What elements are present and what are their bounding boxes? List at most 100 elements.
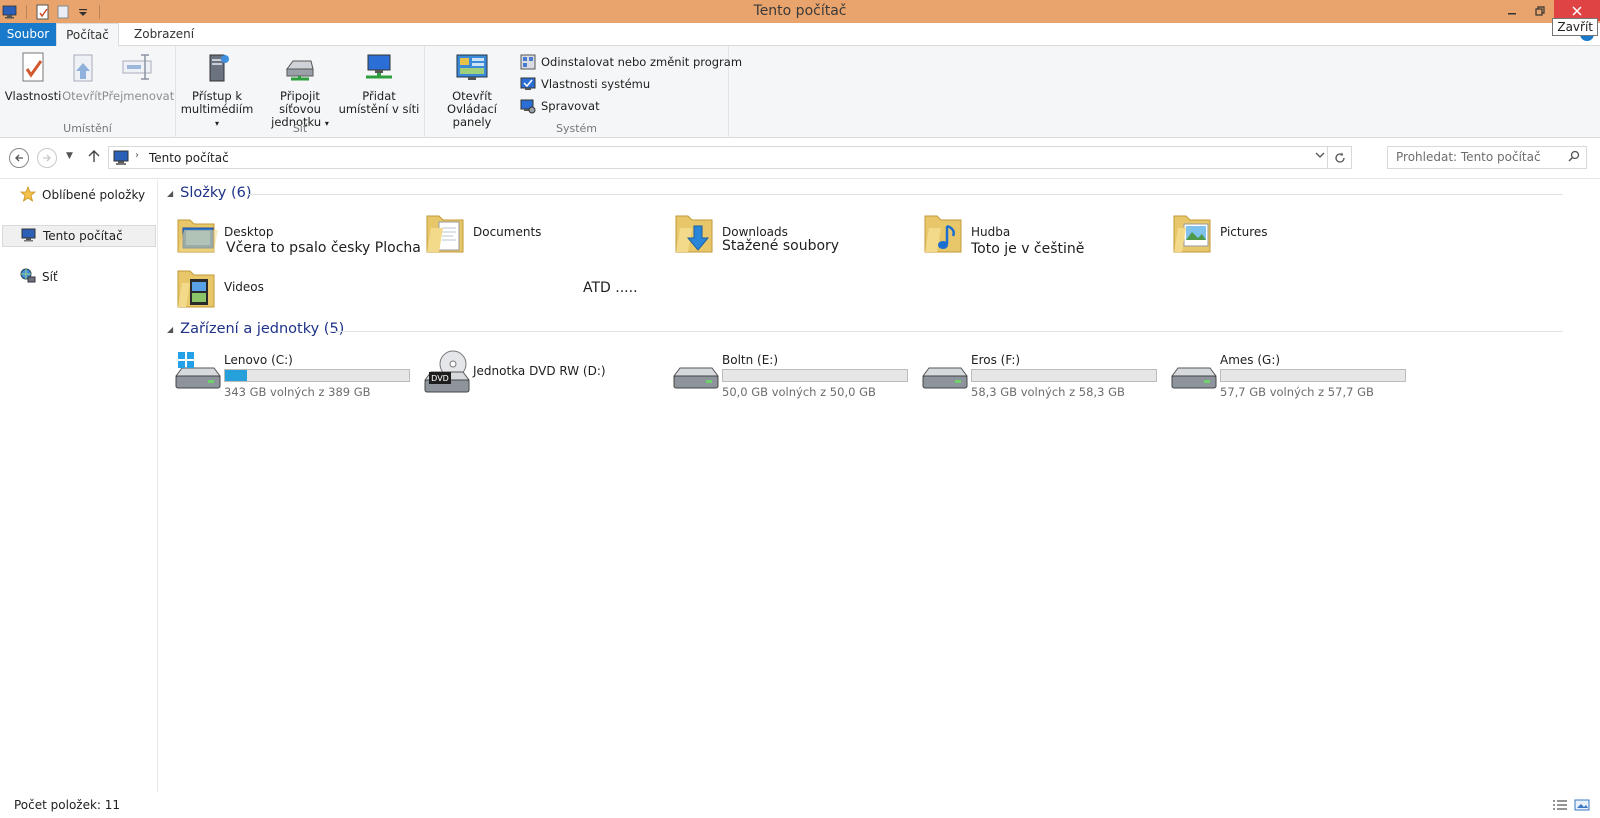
search-input[interactable]: Prohledat: Tento počítač <box>1387 146 1587 169</box>
map-drive-label-1: Připojit síťovou <box>279 89 321 116</box>
item-count: Počet položek: 11 <box>14 798 121 812</box>
group-label-location: Umístění <box>63 122 112 135</box>
open-icon <box>64 50 100 86</box>
removable-drive-icon <box>672 348 720 396</box>
drive-usage-fill <box>225 370 247 381</box>
manage-button[interactable]: Spravovat <box>520 98 600 114</box>
uninstall-label: Odinstalovat nebo změnit program <box>541 55 743 69</box>
system-properties-button[interactable]: Vlastnosti systému <box>520 76 650 92</box>
up-arrow-icon[interactable] <box>88 149 100 166</box>
folder-name: Hudba <box>971 225 1011 239</box>
drive-name: Jednotka DVD RW (D:) <box>473 364 606 378</box>
programs-icon <box>520 54 536 70</box>
section-title: Složky (6) <box>180 185 252 201</box>
breadcrumb-chevron-icon[interactable]: › <box>135 150 139 161</box>
folder-name: Desktop <box>224 225 274 239</box>
folder-name: Documents <box>473 225 542 239</box>
uninstall-program-button[interactable]: Odinstalovat nebo změnit program <box>520 54 742 70</box>
tab-computer[interactable]: Počítač <box>56 23 119 47</box>
group-label-network: Síť <box>292 122 308 135</box>
back-button[interactable] <box>9 148 29 168</box>
add-network-location-button[interactable]: Přidat umístění v síti <box>336 50 422 116</box>
section-header-drives[interactable]: ◢ Zařízení a jednotky (5) <box>167 321 344 337</box>
rename-label: Přejmenovat <box>101 89 175 103</box>
view-switcher <box>1552 798 1590 812</box>
documents-folder-icon <box>423 210 471 258</box>
folder-tile-music[interactable]: Hudba Toto je v češtině <box>921 210 1166 264</box>
open-label: Otevřít <box>62 89 102 103</box>
drive-free-space: 343 GB volných z 389 GB <box>224 385 371 399</box>
open-button[interactable]: Otevřít <box>62 50 102 103</box>
media-server-icon <box>199 50 235 86</box>
folder-tile-documents[interactable]: Documents <box>423 210 668 264</box>
restore-button[interactable] <box>1526 0 1554 21</box>
videos-folder-icon <box>174 265 222 313</box>
drive-free-space: 58,3 GB volných z 58,3 GB <box>971 385 1125 399</box>
annotation-text: ATD ..... <box>583 280 638 296</box>
address-dropdown-icon[interactable] <box>1315 150 1325 163</box>
control-panel-button[interactable]: Otevřít Ovládací panely <box>429 50 515 129</box>
folder-tile-desktop[interactable]: Desktop Včera to psalo česky Plocha <box>174 210 421 264</box>
system-drive-icon <box>174 348 222 396</box>
forward-button[interactable] <box>37 148 57 168</box>
computer-icon <box>21 227 37 246</box>
recent-locations-chevron-icon[interactable]: ▼ <box>66 151 73 161</box>
rename-button[interactable]: Přejmenovat <box>101 50 175 103</box>
drive-tile-g[interactable]: Ames (G:) 57,7 GB volných z 57,7 GB <box>1170 348 1415 402</box>
computer-icon <box>113 150 131 169</box>
refresh-icon[interactable] <box>1327 147 1351 168</box>
drive-tile-f[interactable]: Eros (F:) 58,3 GB volných z 58,3 GB <box>921 348 1166 402</box>
computer-management-icon <box>520 98 536 114</box>
nav-item-network[interactable]: Síť <box>2 266 156 288</box>
folder-subtitle: Stažené soubory <box>722 238 840 254</box>
folder-tile-downloads[interactable]: Downloads Stažené soubory <box>672 210 917 264</box>
search-placeholder: Prohledat: Tento počítač <box>1396 150 1541 164</box>
media-access-button[interactable]: Přístup k multimédiím ▾ <box>180 50 254 130</box>
minimize-button[interactable] <box>1498 0 1526 21</box>
nav-item-this-pc[interactable]: Tento počítač <box>2 225 156 247</box>
collapse-triangle-icon[interactable]: ◢ <box>167 189 173 198</box>
group-label-system: Systém <box>555 122 598 135</box>
title-bar: Tento počítač <box>0 0 1600 23</box>
folder-subtitle: Včera to psalo česky Plocha <box>226 240 421 256</box>
folder-name: Downloads <box>722 225 788 239</box>
music-folder-icon <box>921 210 969 258</box>
network-location-icon <box>361 50 397 86</box>
drive-tile-d[interactable]: DVD Jednotka DVD RW (D:) <box>423 348 668 402</box>
breadcrumb[interactable]: Tento počítač <box>149 151 229 165</box>
tab-file[interactable]: Soubor <box>0 23 56 46</box>
folder-tile-videos[interactable]: Videos <box>174 265 419 319</box>
details-view-icon[interactable] <box>1552 798 1568 812</box>
section-header-folders[interactable]: ◢ Složky (6) <box>167 185 251 201</box>
address-bar[interactable]: › Tento počítač <box>108 146 1352 169</box>
drive-usage-bar <box>722 369 908 382</box>
removable-drive-icon <box>921 348 969 396</box>
back-arrow-icon <box>15 154 23 162</box>
folder-tile-pictures[interactable]: Pictures <box>1170 210 1415 264</box>
drive-tile-e[interactable]: Boltn (E:) 50,0 GB volných z 50,0 GB <box>672 348 917 402</box>
drive-usage-bar <box>224 369 410 382</box>
folder-subtitle: Toto je v češtině <box>971 241 1085 257</box>
nav-item-favorites[interactable]: Oblíbené položky <box>2 184 156 206</box>
svg-text:DVD: DVD <box>431 374 449 383</box>
drive-free-space: 57,7 GB volných z 57,7 GB <box>1220 385 1374 399</box>
drive-tile-c[interactable]: Lenovo (C:) 343 GB volných z 389 GB <box>174 348 419 402</box>
section-divider <box>331 331 1563 332</box>
rename-icon <box>120 50 156 86</box>
map-network-drive-button[interactable]: Připojit síťovou jednotku ▾ <box>258 50 342 130</box>
control-panel-label-1: Otevřít Ovládací <box>447 89 497 116</box>
system-properties-icon <box>520 76 536 92</box>
close-tooltip: Zavřít <box>1552 18 1598 36</box>
properties-icon <box>15 50 51 86</box>
removable-drive-icon <box>1170 348 1218 396</box>
search-icon[interactable] <box>1568 150 1580 165</box>
nav-item-label: Oblíbené položky <box>42 188 146 202</box>
properties-button[interactable]: Vlastnosti <box>5 50 61 103</box>
tab-view[interactable]: Zobrazení <box>124 23 204 46</box>
ribbon: Vlastnosti Otevřít Přejmenovat Umístění <box>0 46 1600 138</box>
collapse-triangle-icon[interactable]: ◢ <box>167 325 173 334</box>
drive-name: Boltn (E:) <box>722 353 779 367</box>
navigation-pane: Oblíbené položky Tento počítač Síť <box>0 180 158 792</box>
desktop-folder-icon <box>174 210 222 258</box>
large-icons-view-icon[interactable] <box>1574 798 1590 812</box>
